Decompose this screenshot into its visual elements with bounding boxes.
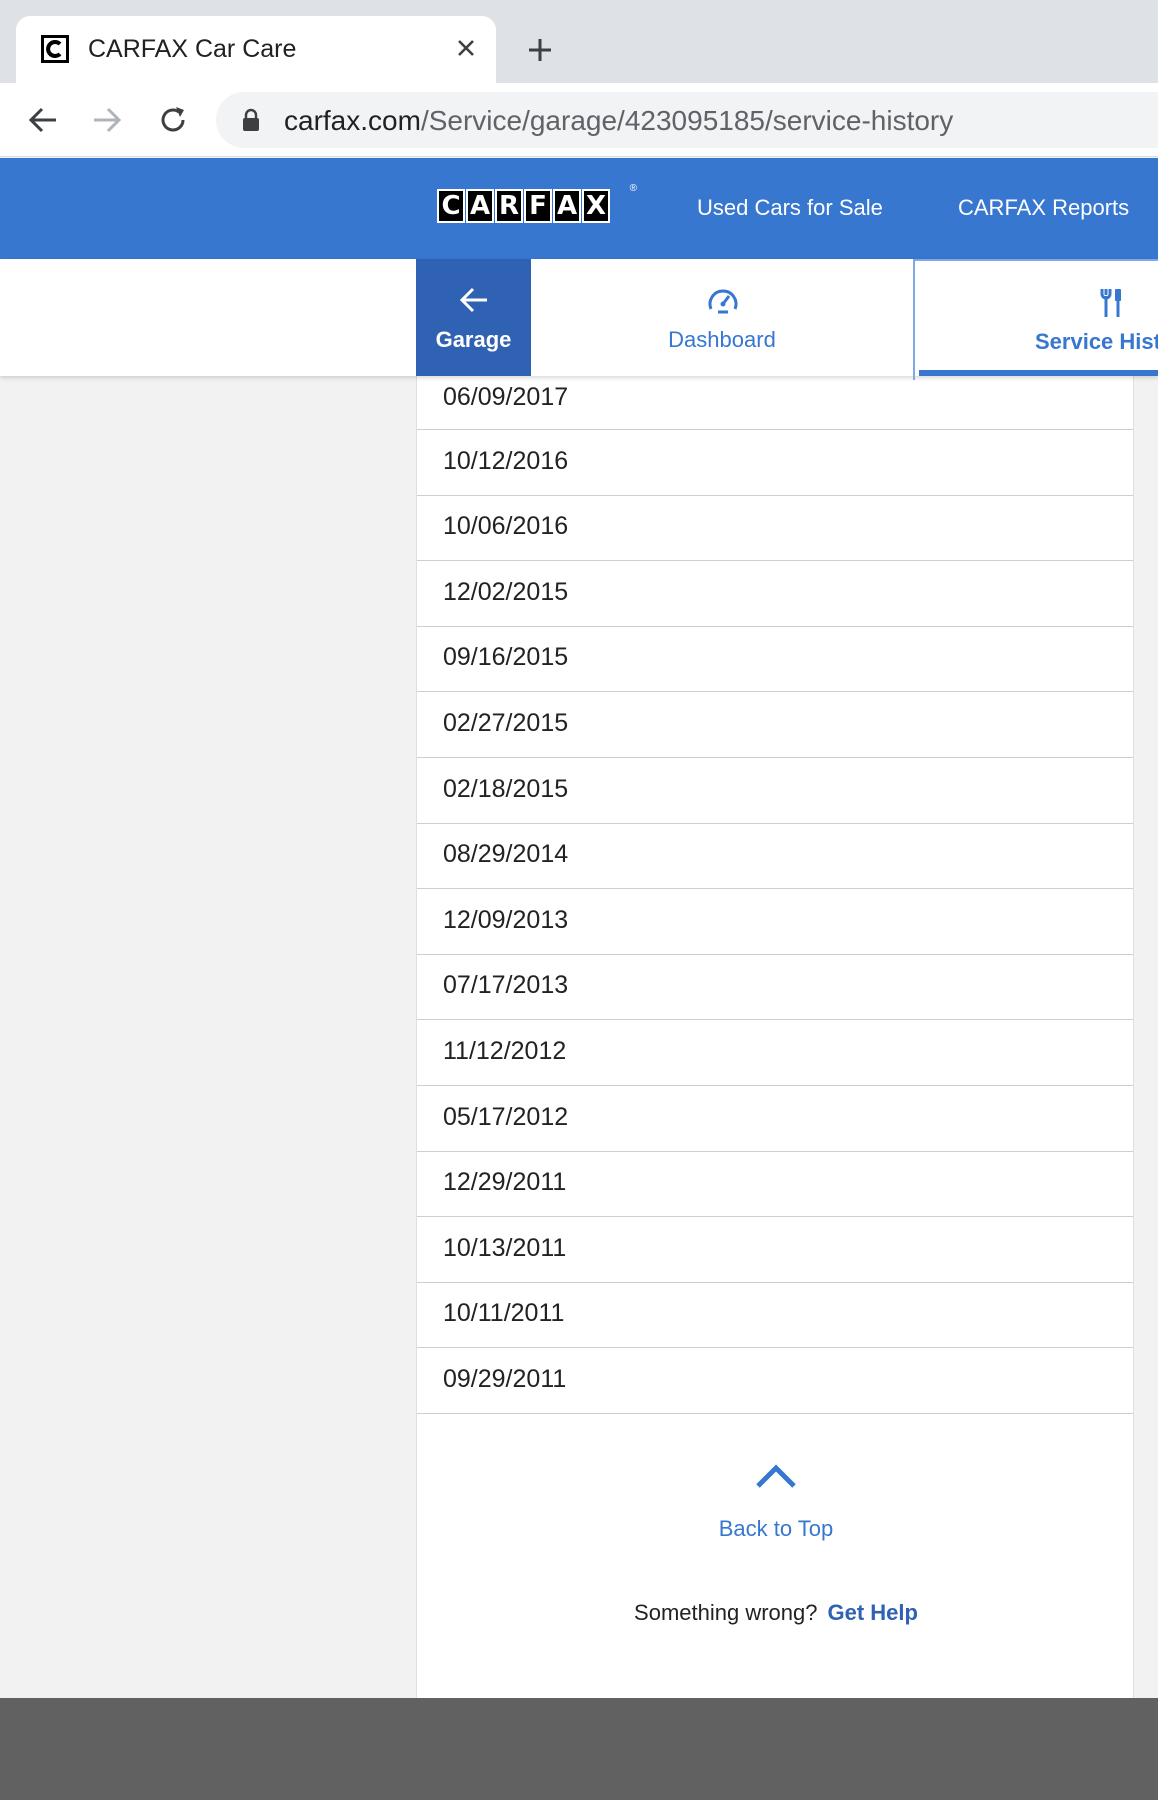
speedometer-icon [708,289,738,314]
browser-toolbar: carfax.com/Service/garage/423095185/serv… [0,83,1158,157]
service-date: 08/29/2014 [443,840,569,869]
table-row[interactable]: 09/16/2015 [417,627,1133,693]
arrow-left-icon [459,287,487,313]
logo-letter: A [466,189,494,223]
logo-letter: X [582,189,610,223]
table-row[interactable]: 02/18/2015 [417,758,1133,824]
logo-registered-mark: ® [629,183,637,194]
table-row[interactable]: 02/27/2015 [417,692,1133,758]
garage-subnav: Garage Dashboard Service History [0,259,1158,380]
service-date: 02/27/2015 [443,708,569,737]
service-date: 12/29/2011 [443,1168,567,1197]
service-date: 09/16/2015 [443,643,569,672]
address-bar[interactable]: carfax.com/Service/garage/423095185/serv… [216,92,1158,148]
logo-letter: C [437,189,465,223]
logo-letter: F [524,189,552,223]
table-row[interactable]: 08/29/2014 [417,824,1133,890]
site-footer [0,1698,1158,1800]
active-tab-indicator [919,370,1158,376]
tab-close-icon[interactable] [448,30,484,66]
site-header: C A R F A X ® Used Cars for Sale CARFAX … [0,158,1158,259]
service-date: 05/17/2012 [443,1102,569,1131]
lock-icon [243,108,259,131]
table-row[interactable]: 06/09/2017 [417,376,1133,430]
browser-tab[interactable]: CARFAX Car Care [16,16,496,83]
get-help-link[interactable]: Get Help [827,1600,917,1625]
reload-icon[interactable] [150,97,196,143]
table-row[interactable]: 10/06/2016 [417,496,1133,562]
help-prompt: Something wrong? [634,1600,818,1625]
tab-garage[interactable]: Garage [416,259,531,376]
service-date: 10/06/2016 [443,512,569,541]
service-date: 09/29/2011 [443,1364,567,1393]
new-tab-plus-icon[interactable] [520,30,560,70]
tab-title: CARFAX Car Care [88,35,297,63]
service-date: 07/17/2013 [443,971,569,1000]
table-row[interactable]: 09/29/2011 [417,1348,1133,1414]
tab-dashboard[interactable]: Dashboard [531,259,913,376]
table-row[interactable]: 12/09/2013 [417,889,1133,955]
table-row[interactable]: 10/13/2011 [417,1217,1133,1283]
table-row[interactable]: 12/02/2015 [417,561,1133,627]
table-row[interactable]: 05/17/2012 [417,1086,1133,1152]
table-row[interactable]: 10/11/2011 [417,1283,1133,1349]
forward-arrow-icon[interactable] [84,97,130,143]
service-date: 12/02/2015 [443,577,569,606]
table-row[interactable]: 11/12/2012 [417,1020,1133,1086]
logo-letter: R [495,189,523,223]
used-cars-link[interactable]: Used Cars for Sale [697,195,883,221]
service-date: 06/09/2017 [443,383,569,411]
service-date: 10/13/2011 [443,1233,567,1262]
back-to-top-button[interactable]: Back to Top [417,1462,1135,1542]
service-date: 10/11/2011 [443,1299,565,1328]
browser-tabstrip: CARFAX Car Care [0,0,1158,83]
url-host: carfax.com [284,105,421,136]
tab-service-history[interactable]: Service History [913,259,1158,380]
tab-dashboard-label: Dashboard [668,327,776,352]
service-date: 12/09/2013 [443,905,569,934]
back-arrow-icon[interactable] [20,97,66,143]
carfax-reports-link[interactable]: CARFAX Reports [958,195,1129,221]
service-date: 02/18/2015 [443,774,569,803]
carfax-logo[interactable]: C A R F A X ® [437,183,637,229]
url-path: /Service/garage/423095185/service-histor… [420,105,954,136]
tab-service-history-label: Service History [1035,329,1158,354]
table-row[interactable]: 07/17/2013 [417,955,1133,1021]
back-to-top-label: Back to Top [718,1516,834,1541]
service-history-panel: 06/09/2017 10/12/2016 10/06/2016 12/02/2… [416,376,1134,1698]
table-row[interactable]: 12/29/2011 [417,1152,1133,1218]
tab-garage-label: Garage [435,327,512,352]
service-date: 10/12/2016 [443,446,569,475]
logo-letter: A [553,189,581,223]
table-row[interactable]: 10/12/2016 [417,430,1133,496]
help-line: Something wrong? Get Help [417,1600,1135,1626]
service-date: 11/12/2012 [443,1036,567,1065]
tools-icon [1100,289,1121,317]
carfax-favicon-icon [41,35,69,63]
chevron-up-icon [756,1464,796,1488]
url-text: carfax.com/Service/garage/423095185/serv… [284,105,953,137]
